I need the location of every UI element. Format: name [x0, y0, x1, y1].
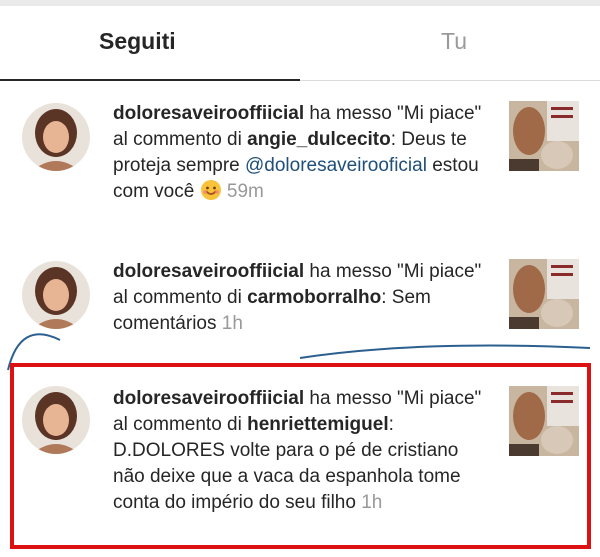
timestamp: 1h — [221, 313, 243, 334]
username-link[interactable]: doloresaveirooffiicial — [113, 261, 304, 282]
commenter-link[interactable]: carmoborralho — [247, 287, 381, 308]
username-link[interactable]: doloresaveirooffiicial — [113, 103, 304, 124]
activity-tabs: Seguiti Tu — [0, 6, 600, 81]
smiling-face-emoji-icon — [200, 180, 221, 200]
post-thumbnail-image — [509, 101, 579, 171]
post-thumbnail[interactable] — [509, 101, 579, 171]
post-thumbnail[interactable] — [509, 259, 579, 329]
active-tab-indicator — [0, 79, 300, 81]
commenter-link[interactable]: angie_dulcecito — [247, 129, 391, 150]
mention-link[interactable]: @doloresaveirooficial — [245, 155, 427, 176]
avatar[interactable] — [22, 103, 90, 171]
notification-text: doloresaveirooffiicial ha messo "Mi piac… — [113, 101, 491, 205]
tab-following[interactable]: Seguiti — [99, 28, 176, 55]
notification-text: doloresaveirooffiicial ha messo "Mi piac… — [113, 259, 491, 337]
avatar-image — [22, 261, 90, 329]
post-thumbnail-image — [509, 259, 579, 329]
highlight-box — [10, 363, 591, 549]
avatar[interactable] — [22, 261, 90, 329]
avatar-image — [22, 103, 90, 171]
timestamp: 59m — [226, 181, 264, 202]
tab-you[interactable]: Tu — [441, 28, 467, 55]
